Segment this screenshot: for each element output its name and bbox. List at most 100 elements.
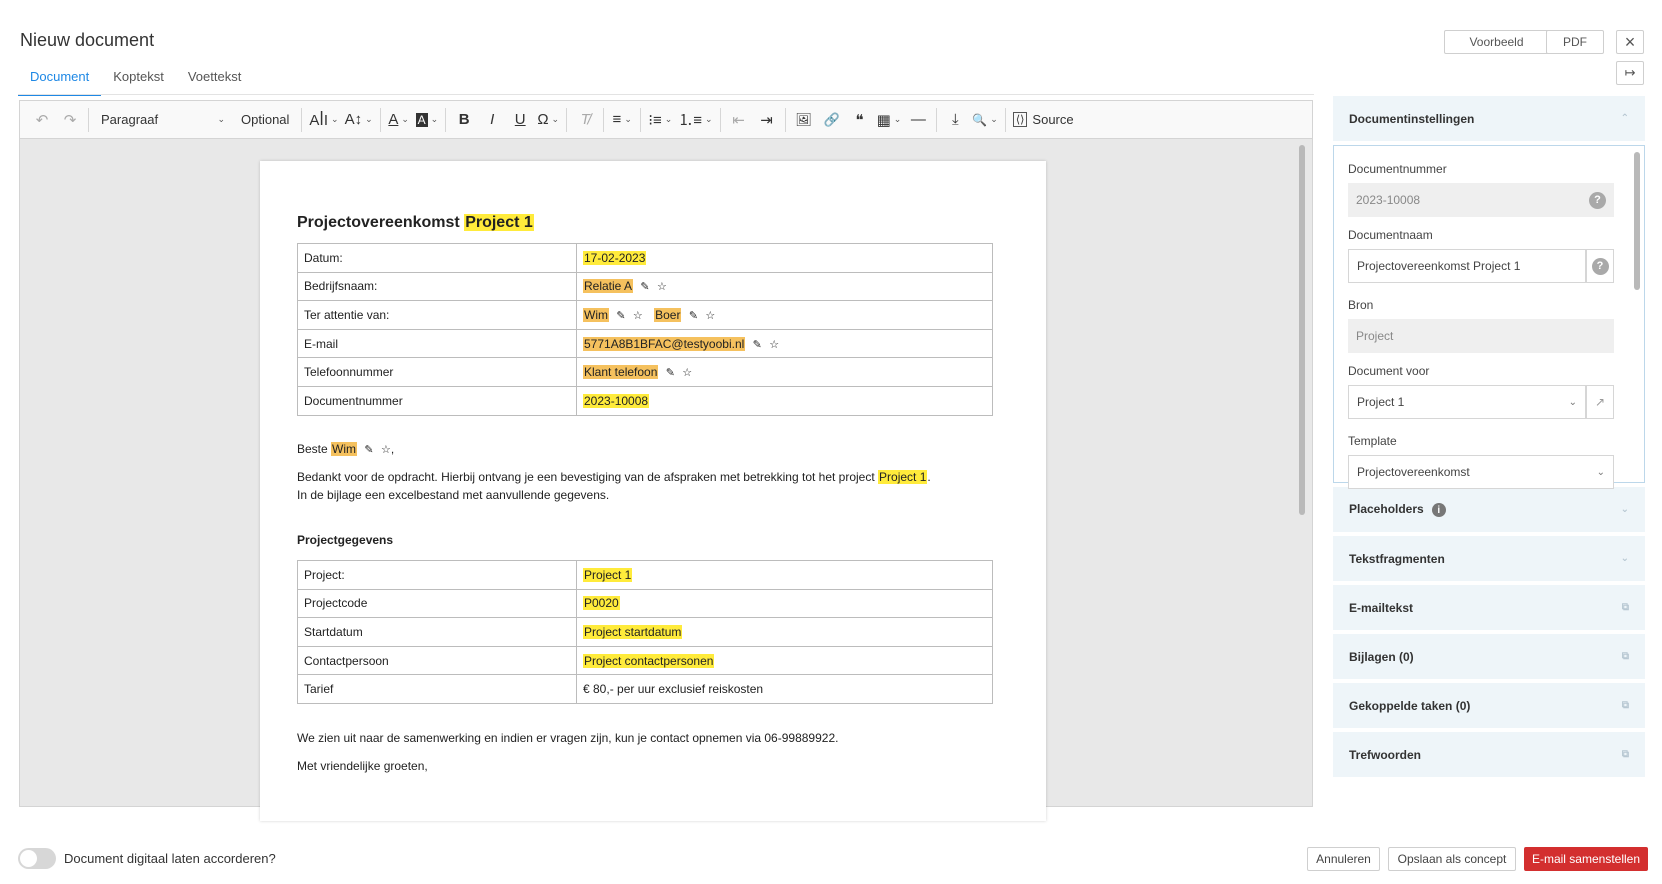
- template-select[interactable]: Projectovereenkomst ⌄: [1348, 455, 1614, 489]
- placeholder-company[interactable]: Relatie A: [583, 279, 634, 294]
- section-keywords[interactable]: Trefwoorden ⧉: [1333, 732, 1645, 777]
- placeholder-first-name[interactable]: Wim: [583, 307, 609, 322]
- table-cell-value: P0020: [576, 588, 993, 619]
- tab-voettekst[interactable]: Voettekst: [176, 66, 253, 96]
- italic-icon[interactable]: I: [478, 106, 506, 134]
- tab-koptekst[interactable]: Koptekst: [101, 66, 176, 96]
- placeholder-project-name[interactable]: Project 1: [464, 214, 534, 231]
- tab-document[interactable]: Document: [18, 66, 102, 96]
- template-label: Template: [1348, 434, 1397, 448]
- info-icon[interactable]: i: [1431, 503, 1446, 518]
- table-cell-value: Wim ✎ ☆ Boer ✎ ☆: [576, 300, 993, 330]
- section-placeholders[interactable]: Placeholders i ⌄: [1333, 487, 1645, 532]
- numbered-list-icon: ⒈≡: [678, 112, 703, 129]
- toolbar-separator: [1004, 107, 1006, 132]
- placeholder-last-name[interactable]: Boer: [654, 307, 682, 322]
- docname-input[interactable]: Projectovereenkomst Project 1: [1348, 249, 1586, 283]
- star-icon[interactable]: ☆: [633, 310, 643, 322]
- remove-format-icon[interactable]: T̸: [571, 106, 599, 134]
- star-icon[interactable]: ☆: [381, 444, 391, 456]
- edit-icon[interactable]: ✎: [666, 367, 675, 379]
- edit-icon[interactable]: ✎: [616, 310, 625, 322]
- bold-icon[interactable]: B: [450, 106, 478, 134]
- section-document-settings[interactable]: Documentinstellingen ⌃: [1333, 96, 1645, 141]
- find-replace-dropdown[interactable]: 🔍 ⌄: [969, 106, 1001, 134]
- close-icon[interactable]: ×: [1616, 30, 1644, 54]
- external-link-icon[interactable]: ↗: [1586, 385, 1614, 419]
- font-size-dropdown[interactable]: AꟾI ⌄: [306, 106, 341, 134]
- cancel-button[interactable]: Annuleren: [1307, 847, 1380, 871]
- greeting-prefix: Beste: [297, 442, 328, 456]
- collapse-panel-icon[interactable]: ↦: [1616, 61, 1644, 85]
- preview-button[interactable]: Voorbeeld: [1444, 30, 1549, 54]
- section-text-fragments[interactable]: Tekstfragmenten ⌄: [1333, 536, 1645, 581]
- edit-icon[interactable]: ✎: [753, 339, 762, 351]
- placeholder-greeting-name[interactable]: Wim: [331, 442, 358, 456]
- toolbar-separator: [719, 107, 721, 132]
- star-icon[interactable]: ☆: [769, 339, 779, 351]
- font-color-dropdown[interactable]: A ⌄: [385, 106, 413, 134]
- star-icon[interactable]: ☆: [705, 310, 715, 322]
- undo-icon[interactable]: ↶: [28, 106, 56, 134]
- star-icon[interactable]: ☆: [682, 367, 692, 379]
- placeholder-start-date[interactable]: Project startdatum: [583, 624, 683, 639]
- edit-icon[interactable]: ✎: [364, 444, 373, 456]
- section-title: E-mailtekst: [1349, 600, 1414, 615]
- star-icon[interactable]: ☆: [657, 281, 667, 293]
- page-break-icon[interactable]: ⤓: [941, 106, 969, 134]
- indent-icon[interactable]: ⇥: [753, 106, 781, 134]
- link-icon[interactable]: 🔗: [818, 106, 846, 134]
- horizontal-line-icon[interactable]: —: [904, 106, 932, 134]
- document-page[interactable]: Projectovereenkomst Project 1 Datum: 17-…: [260, 161, 1046, 821]
- placeholder-document-number[interactable]: 2023-10008: [583, 393, 650, 408]
- line-height-dropdown[interactable]: A↕ ⌄: [342, 106, 376, 134]
- settings-scrollbar[interactable]: [1634, 152, 1640, 290]
- edit-icon[interactable]: ✎: [640, 281, 649, 293]
- help-icon[interactable]: ?: [1589, 191, 1606, 209]
- section-attachments[interactable]: Bijlagen (0) ⧉: [1333, 634, 1645, 679]
- placeholder-project[interactable]: Project 1: [583, 567, 633, 582]
- save-draft-button[interactable]: Opslaan als concept: [1388, 847, 1516, 871]
- background-color-dropdown[interactable]: A ⌄: [413, 106, 442, 134]
- docfor-select[interactable]: Project 1 ⌄: [1348, 385, 1586, 419]
- docnumber-field: 2023-10008 ?: [1348, 183, 1614, 217]
- edit-icon[interactable]: ✎: [689, 310, 698, 322]
- background-color-icon: A: [415, 112, 428, 127]
- redo-icon[interactable]: ↷: [56, 106, 84, 134]
- image-icon[interactable]: 🖼: [790, 106, 818, 134]
- source-button[interactable]: ⟨⟩ Source: [1010, 106, 1077, 134]
- placeholder-email[interactable]: 5771A8B1BFAC@testyoobi.nl: [583, 336, 746, 351]
- editor-scrollbar[interactable]: [1299, 145, 1305, 515]
- source-field: Project: [1348, 319, 1614, 353]
- pdf-button[interactable]: PDF: [1546, 30, 1604, 54]
- optional-button[interactable]: Optional: [233, 106, 297, 134]
- table-cell-value: Project contactpersonen: [576, 645, 993, 676]
- placeholder-project-code[interactable]: P0020: [583, 596, 620, 611]
- outdent-icon[interactable]: ⇤: [725, 106, 753, 134]
- digital-approval-toggle[interactable]: [18, 848, 56, 869]
- underline-icon[interactable]: U: [506, 106, 534, 134]
- table-row: Projectcode P0020: [297, 588, 993, 619]
- table-cell-label: Project:: [297, 560, 577, 590]
- docnumber-label: Documentnummer: [1348, 162, 1447, 176]
- placeholder-contact-persons[interactable]: Project contactpersonen: [583, 653, 715, 668]
- alignment-dropdown[interactable]: ≡ ⌄: [608, 106, 636, 134]
- section-email-text[interactable]: E-mailtekst ⧉: [1333, 585, 1645, 630]
- paragraph-format-dropdown[interactable]: Paragraaf ⌄: [93, 106, 233, 134]
- table-row: Project: Project 1: [297, 560, 993, 590]
- compose-email-button[interactable]: E-mail samenstellen: [1524, 847, 1648, 871]
- placeholder-date[interactable]: 17-02-2023: [583, 250, 647, 265]
- insert-table-dropdown[interactable]: ▦ ⌄: [874, 106, 905, 134]
- table-cell-label: Telefoonnummer: [297, 357, 577, 387]
- section-linked-tasks[interactable]: Gekoppelde taken (0) ⧉: [1333, 683, 1645, 728]
- source-icon: ⟨⟩: [1012, 112, 1028, 127]
- body-line-1: Bedankt voor de opdracht. Hierbij ontvan…: [297, 470, 875, 484]
- docname-help[interactable]: ?: [1586, 249, 1614, 283]
- placeholder-phone[interactable]: Klant telefoon: [583, 365, 659, 380]
- bulleted-list-dropdown[interactable]: ⁝≡ ⌄: [645, 106, 675, 134]
- docname-label: Documentnaam: [1348, 228, 1433, 242]
- quote-icon[interactable]: ❝: [846, 106, 874, 134]
- numbered-list-dropdown[interactable]: ⒈≡ ⌄: [675, 106, 715, 134]
- special-characters-dropdown[interactable]: Ω ⌄: [534, 106, 562, 134]
- placeholder-project-name[interactable]: Project 1: [878, 470, 928, 484]
